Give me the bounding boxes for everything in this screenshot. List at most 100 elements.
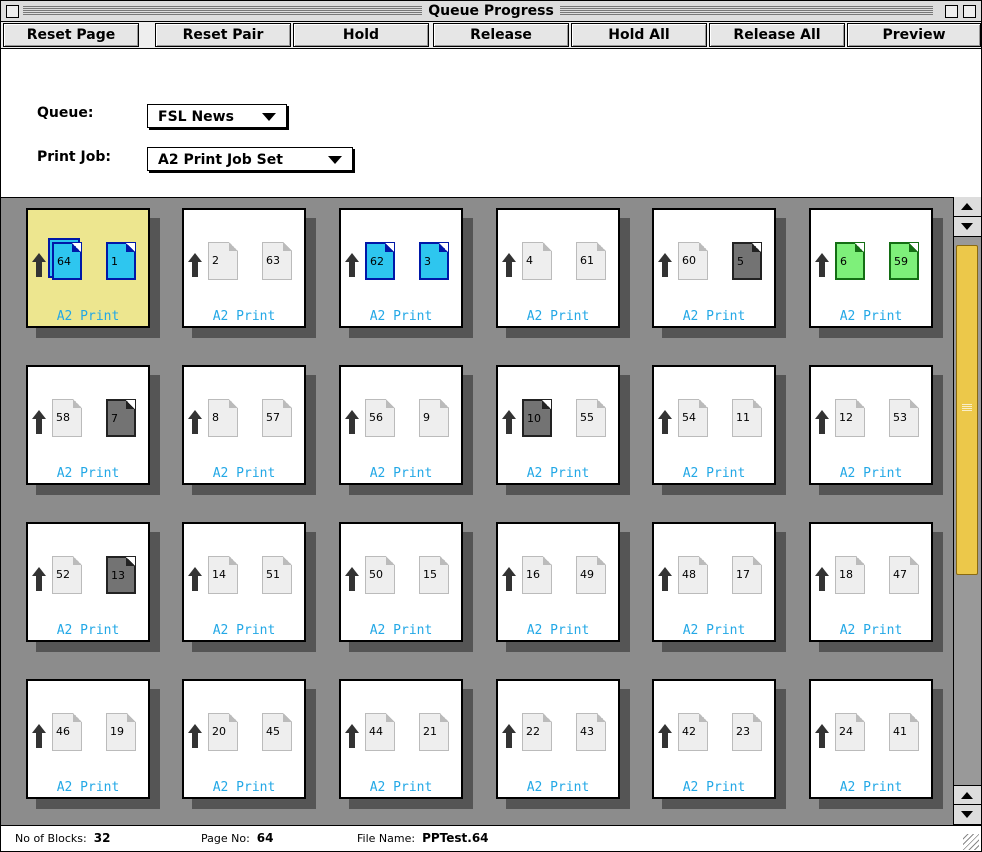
hold-all-button[interactable]: Hold All bbox=[571, 23, 707, 47]
up-arrow-icon bbox=[345, 410, 359, 434]
reset-pair-button[interactable]: Reset Pair bbox=[155, 23, 291, 47]
print-job-label: Print Job: bbox=[37, 149, 111, 165]
right-page-icon[interactable]: 51 bbox=[262, 556, 292, 594]
card-label: A2 Print bbox=[369, 309, 433, 324]
scroll-down-top-button[interactable] bbox=[954, 217, 981, 237]
up-arrow-icon bbox=[658, 724, 672, 748]
page-pair-card[interactable]: 64 1 A2 Print bbox=[26, 208, 150, 328]
left-page-icon[interactable]: 24 bbox=[835, 713, 865, 751]
right-page-icon[interactable]: 53 bbox=[889, 399, 919, 437]
page-pair-card[interactable]: 56 9 A2 Print bbox=[339, 365, 463, 485]
title-bar[interactable]: Queue Progress bbox=[1, 1, 981, 22]
up-arrow-icon bbox=[815, 410, 829, 434]
page-pair-card[interactable]: 50 15 A2 Print bbox=[339, 522, 463, 642]
left-page-icon[interactable]: 52 bbox=[52, 556, 82, 594]
right-page-icon[interactable]: 57 bbox=[262, 399, 292, 437]
right-page-icon[interactable]: 21 bbox=[419, 713, 449, 751]
right-page-icon[interactable]: 47 bbox=[889, 556, 919, 594]
left-page-icon[interactable]: 48 bbox=[678, 556, 708, 594]
right-page-icon[interactable]: 19 bbox=[106, 713, 136, 751]
right-page-icon[interactable]: 63 bbox=[262, 242, 292, 280]
hold-button[interactable]: Hold bbox=[293, 23, 429, 47]
right-page-icon[interactable]: 41 bbox=[889, 713, 919, 751]
right-page-icon[interactable]: 59 bbox=[889, 242, 919, 280]
page-pair-card[interactable]: 24 41 A2 Print bbox=[809, 679, 933, 799]
zoom-box-icon[interactable] bbox=[945, 5, 958, 18]
right-page-icon[interactable]: 61 bbox=[576, 242, 606, 280]
left-page-icon[interactable]: 42 bbox=[678, 713, 708, 751]
left-page-icon[interactable]: 54 bbox=[678, 399, 708, 437]
left-page-icon[interactable]: 50 bbox=[365, 556, 395, 594]
page-pair-card[interactable]: 16 49 A2 Print bbox=[496, 522, 620, 642]
left-page-icon[interactable]: 62 bbox=[365, 242, 395, 280]
left-page-icon[interactable]: 10 bbox=[522, 399, 552, 437]
scroll-up-top-button[interactable] bbox=[954, 197, 981, 217]
left-page-icon[interactable]: 4 bbox=[522, 242, 552, 280]
page-pair-card[interactable]: 12 53 A2 Print bbox=[809, 365, 933, 485]
right-page-icon[interactable]: 7 bbox=[106, 399, 136, 437]
reset-page-button[interactable]: Reset Page bbox=[3, 23, 139, 47]
left-page-icon[interactable]: 2 bbox=[208, 242, 238, 280]
queue-popup[interactable]: FSL News bbox=[147, 104, 287, 128]
page-pair-card[interactable]: 20 45 A2 Print bbox=[182, 679, 306, 799]
right-page-icon[interactable]: 1 bbox=[106, 242, 136, 280]
left-page-icon[interactable]: 14 bbox=[208, 556, 238, 594]
preview-button[interactable]: Preview bbox=[847, 23, 981, 47]
left-page-icon[interactable]: 58 bbox=[52, 399, 82, 437]
release-all-button[interactable]: Release All bbox=[709, 23, 845, 47]
left-page-icon[interactable]: 22 bbox=[522, 713, 552, 751]
right-page-icon[interactable]: 3 bbox=[419, 242, 449, 280]
page-pair-card[interactable]: 58 7 A2 Print bbox=[26, 365, 150, 485]
print-job-popup[interactable]: A2 Print Job Set bbox=[147, 147, 353, 171]
resize-grip-icon[interactable] bbox=[963, 834, 979, 850]
page-pair-card[interactable]: 2 63 A2 Print bbox=[182, 208, 306, 328]
right-page-icon[interactable]: 17 bbox=[732, 556, 762, 594]
page-pair-card[interactable]: 10 55 A2 Print bbox=[496, 365, 620, 485]
left-page-icon[interactable]: 16 bbox=[522, 556, 552, 594]
page-pair-card[interactable]: 52 13 A2 Print bbox=[26, 522, 150, 642]
page-pair-card[interactable]: 42 23 A2 Print bbox=[652, 679, 776, 799]
left-page-icon[interactable]: 64 bbox=[52, 242, 82, 280]
page-pair-card[interactable]: 48 17 A2 Print bbox=[652, 522, 776, 642]
left-page-icon[interactable]: 18 bbox=[835, 556, 865, 594]
left-page-icon[interactable]: 46 bbox=[52, 713, 82, 751]
right-page-icon[interactable]: 9 bbox=[419, 399, 449, 437]
right-page-icon[interactable]: 49 bbox=[576, 556, 606, 594]
page-pair-card[interactable]: 18 47 A2 Print bbox=[809, 522, 933, 642]
page-pair-card[interactable]: 22 43 A2 Print bbox=[496, 679, 620, 799]
up-arrow-icon bbox=[345, 567, 359, 591]
right-page-icon[interactable]: 55 bbox=[576, 399, 606, 437]
vertical-scrollbar[interactable] bbox=[953, 197, 981, 825]
page-pair-card[interactable]: 4 61 A2 Print bbox=[496, 208, 620, 328]
page-pair-card[interactable]: 60 5 A2 Print bbox=[652, 208, 776, 328]
right-page-icon[interactable]: 11 bbox=[732, 399, 762, 437]
left-page-icon[interactable]: 44 bbox=[365, 713, 395, 751]
scroll-down-bottom-button[interactable] bbox=[954, 805, 981, 825]
collapse-box-icon[interactable] bbox=[963, 5, 976, 18]
release-button[interactable]: Release bbox=[433, 23, 569, 47]
left-page-icon[interactable]: 8 bbox=[208, 399, 238, 437]
page-pair-card[interactable]: 8 57 A2 Print bbox=[182, 365, 306, 485]
page-pair-card[interactable]: 54 11 A2 Print bbox=[652, 365, 776, 485]
right-page-icon[interactable]: 23 bbox=[732, 713, 762, 751]
scroll-up-bottom-button[interactable] bbox=[954, 785, 981, 805]
page-pair-card[interactable]: 6 59 A2 Print bbox=[809, 208, 933, 328]
up-arrow-icon bbox=[815, 724, 829, 748]
left-page-icon[interactable]: 12 bbox=[835, 399, 865, 437]
page-pair-card[interactable]: 44 21 A2 Print bbox=[339, 679, 463, 799]
left-page-icon[interactable]: 60 bbox=[678, 242, 708, 280]
right-page-icon[interactable]: 45 bbox=[262, 713, 292, 751]
page-pair-card[interactable]: 46 19 A2 Print bbox=[26, 679, 150, 799]
left-page-icon[interactable]: 20 bbox=[208, 713, 238, 751]
right-page-icon[interactable]: 15 bbox=[419, 556, 449, 594]
block-grid: 64 1 A2 Print 2 63 A2 Print 62 3 A2 Print 4 61 A2 P… bbox=[1, 197, 953, 826]
right-page-icon[interactable]: 13 bbox=[106, 556, 136, 594]
left-page-icon[interactable]: 6 bbox=[835, 242, 865, 280]
page-pair-card[interactable]: 62 3 A2 Print bbox=[339, 208, 463, 328]
card-label: A2 Print bbox=[526, 780, 590, 795]
page-pair-card[interactable]: 14 51 A2 Print bbox=[182, 522, 306, 642]
right-page-icon[interactable]: 43 bbox=[576, 713, 606, 751]
right-page-icon[interactable]: 5 bbox=[732, 242, 762, 280]
scroll-thumb[interactable] bbox=[956, 245, 978, 575]
left-page-icon[interactable]: 56 bbox=[365, 399, 395, 437]
